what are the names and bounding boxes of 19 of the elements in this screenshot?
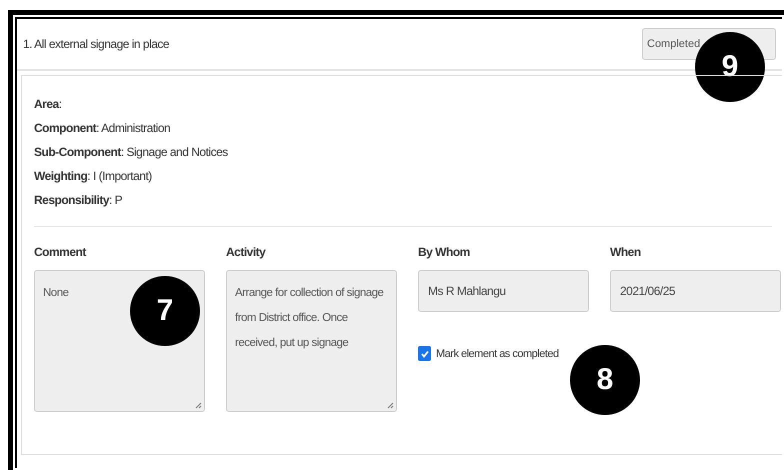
field-label: Comment xyxy=(34,245,88,259)
input-field[interactable]: 2021/06/25 xyxy=(610,270,781,312)
check-icon xyxy=(420,348,430,358)
detail-line: Sub-Component: Signage and Notices xyxy=(34,144,229,161)
input-field[interactable]: Ms R Mahlangu xyxy=(418,270,589,312)
item-title: 1. All external signage in place xyxy=(23,37,170,51)
detail-line: Weighting: I (Important) xyxy=(34,168,153,185)
checkbox-label: Mark element as completed xyxy=(436,348,559,360)
callout-badge: 8 xyxy=(570,345,640,415)
field-label: By Whom xyxy=(418,245,471,259)
resize-grip-icon[interactable] xyxy=(195,402,202,409)
detail-line: Component: Administration xyxy=(34,120,172,137)
field-label: When xyxy=(610,245,642,259)
detail-line: Responsibility: P xyxy=(34,192,124,209)
resize-grip-icon[interactable] xyxy=(387,402,394,409)
checkbox[interactable] xyxy=(418,346,431,361)
detail-line: Area: xyxy=(34,96,63,113)
text-area[interactable]: Arrange for collection of signage from District office. Once received, put up signage xyxy=(226,270,397,412)
field-label: Activity xyxy=(226,245,267,259)
